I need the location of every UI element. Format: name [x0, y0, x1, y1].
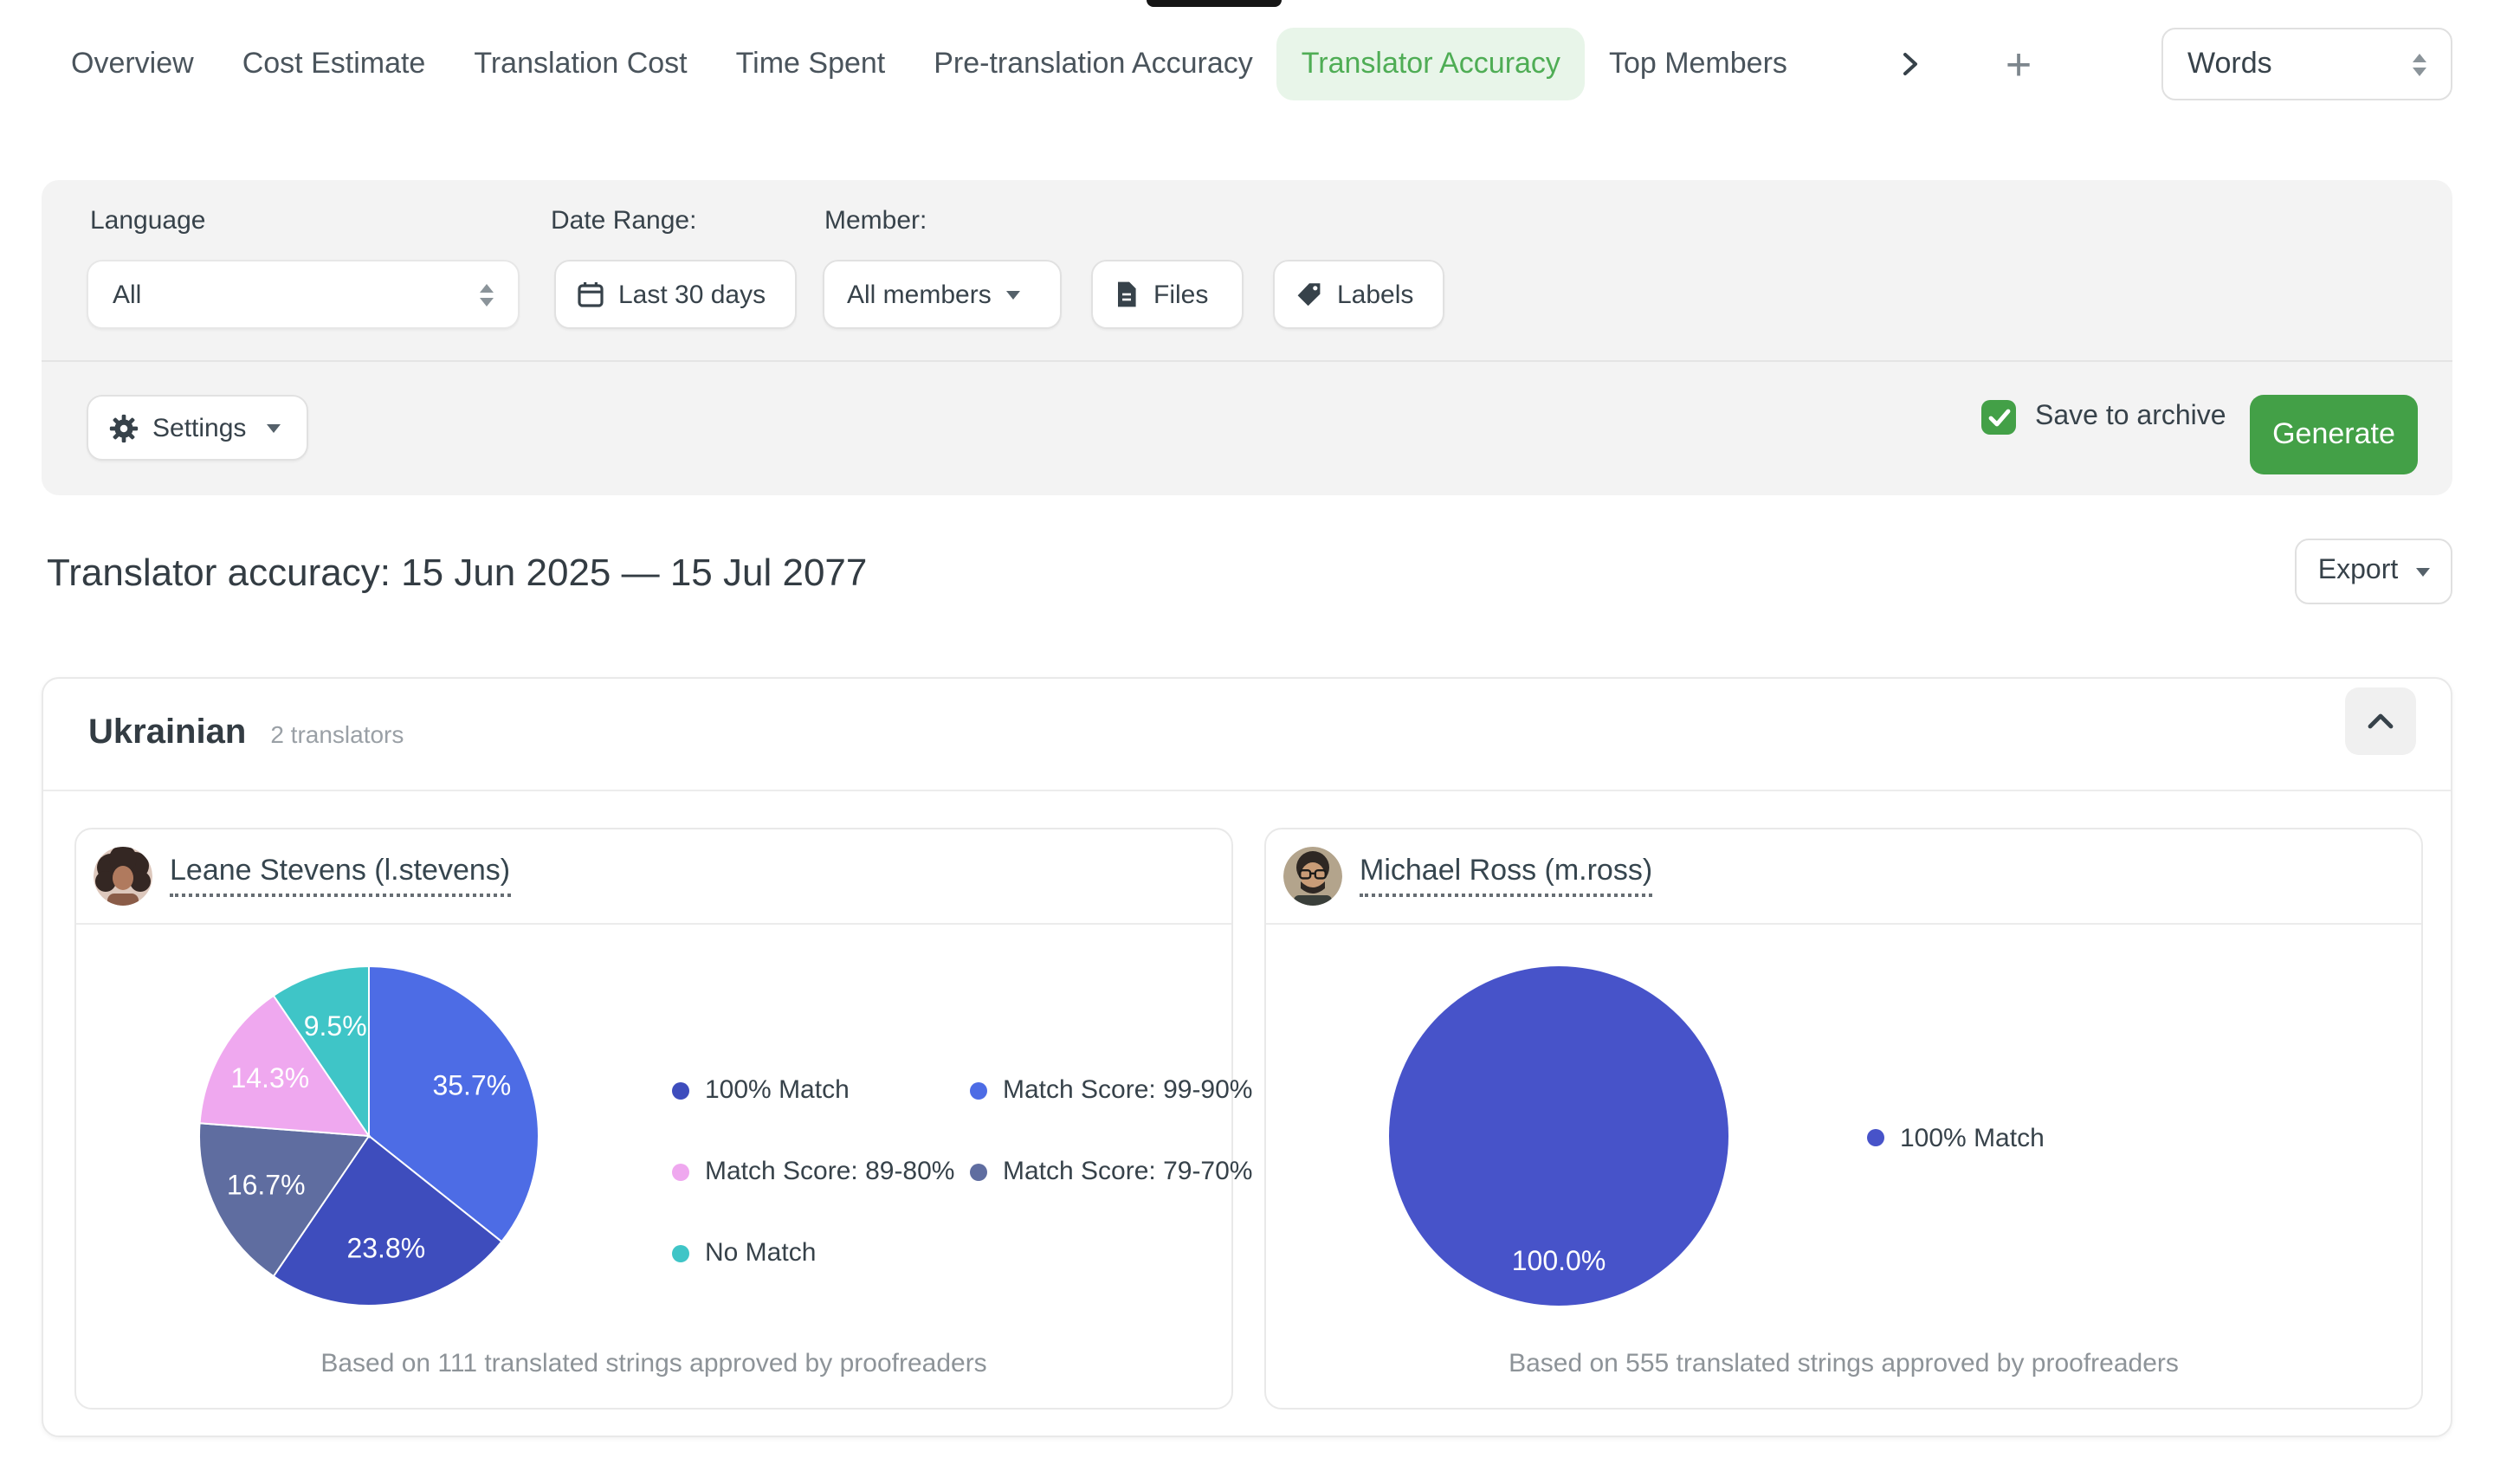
- generate-button[interactable]: Generate: [2250, 395, 2418, 474]
- checkbox-checked-icon[interactable]: [1981, 400, 2016, 435]
- pie-slice-label: 35.7%: [432, 1070, 511, 1101]
- tab-time-spent[interactable]: Time Spent: [712, 28, 910, 100]
- tab-cost-estimate[interactable]: Cost Estimate: [218, 28, 450, 100]
- legend-item[interactable]: No Match: [672, 1212, 970, 1294]
- unit-select-value: Words: [2187, 47, 2272, 81]
- language-select[interactable]: All: [87, 260, 520, 329]
- translator-name-row: Leane Stevens (l.stevens): [76, 829, 1231, 925]
- chevron-down-icon: [267, 423, 281, 432]
- tab-overview[interactable]: Overview: [47, 28, 218, 100]
- legend-label: Match Score: 99-90%: [1003, 1075, 1253, 1105]
- legend-dot-icon: [970, 1163, 987, 1180]
- chevron-down-icon: [2415, 567, 2429, 576]
- legend-item[interactable]: Match Score: 89-80%: [672, 1131, 970, 1212]
- accuracy-pie-chart[interactable]: 100.0%: [1377, 954, 1741, 1318]
- legend-item[interactable]: 100% Match: [1867, 1119, 2045, 1157]
- top-notch-bar: [1147, 0, 1282, 7]
- legend-label: Match Score: 79-70%: [1003, 1157, 1253, 1186]
- pie-slice-label: 23.8%: [346, 1232, 425, 1263]
- chart-note: Based on 111 translated strings approved…: [76, 1349, 1231, 1378]
- translator-name-link[interactable]: Leane Stevens (l.stevens): [170, 855, 510, 897]
- member-select[interactable]: All members: [823, 260, 1062, 329]
- tabs-scroll-right-chevron-icon[interactable]: [1891, 45, 1929, 83]
- avatar: [94, 847, 152, 906]
- legend-dot-icon: [970, 1081, 987, 1099]
- page-title: Translator accuracy: 15 Jun 2025 — 15 Ju…: [47, 551, 867, 596]
- translator-name-link[interactable]: Michael Ross (m.ross): [1360, 855, 1652, 897]
- gear-icon: [109, 413, 139, 442]
- file-icon: [1114, 281, 1140, 308]
- select-updown-icon: [2413, 53, 2426, 75]
- tab-translation-cost[interactable]: Translation Cost: [449, 28, 711, 100]
- legend-dot-icon: [672, 1163, 689, 1180]
- legend-label: No Match: [705, 1238, 816, 1268]
- legend-label: Match Score: 89-80%: [705, 1157, 955, 1186]
- legend-item[interactable]: 100% Match: [672, 1049, 970, 1131]
- translator-card: Michael Ross (m.ross) 100.0% 100% Match …: [1264, 828, 2423, 1410]
- unit-select[interactable]: Words: [2161, 28, 2452, 100]
- language-section-header: Ukrainian 2 translators: [43, 679, 2451, 791]
- language-section-ukrainian: Ukrainian 2 translators: [42, 677, 2452, 1437]
- language-select-value: All: [113, 280, 141, 309]
- collapse-section-button[interactable]: [2345, 687, 2416, 755]
- member-label: Member:: [824, 206, 927, 236]
- pie-slice-label: 16.7%: [227, 1169, 306, 1200]
- add-report-tab-button[interactable]: +: [2006, 47, 2032, 81]
- report-tabs: Overview Cost Estimate Translation Cost …: [47, 28, 2452, 100]
- pie-slice-label: 9.5%: [304, 1010, 367, 1042]
- legend-dot-icon: [1867, 1129, 1884, 1146]
- report-page: Overview Cost Estimate Translation Cost …: [0, 0, 2494, 1484]
- chart-note: Based on 555 translated strings approved…: [1266, 1349, 2421, 1378]
- tab-translator-accuracy[interactable]: Translator Accuracy: [1277, 28, 1585, 100]
- chevron-down-icon: [1007, 290, 1021, 299]
- filter-panel: Language Date Range: Member: All Last 30…: [42, 180, 2452, 495]
- date-range-label: Date Range:: [551, 206, 696, 236]
- legend-label: 100% Match: [1900, 1123, 2045, 1152]
- legend-label: 100% Match: [705, 1075, 850, 1105]
- export-button-label: Export: [2318, 556, 2399, 587]
- legend-dot-icon: [672, 1081, 689, 1099]
- legend-dot-icon: [672, 1244, 689, 1261]
- avatar: [1283, 847, 1342, 906]
- date-range-button[interactable]: Last 30 days: [554, 260, 797, 329]
- chevron-up-icon: [2370, 716, 2391, 726]
- save-to-archive-label: Save to archive: [2035, 402, 2226, 433]
- select-updown-icon: [480, 283, 494, 306]
- language-label: Language: [90, 206, 206, 236]
- export-button[interactable]: Export: [2295, 539, 2452, 604]
- files-filter-button[interactable]: Files: [1091, 260, 1244, 329]
- member-select-value: All members: [847, 280, 992, 309]
- labels-button-label: Labels: [1337, 280, 1413, 309]
- chart-legend: 100% Match: [1867, 1119, 2045, 1157]
- translator-name-row: Michael Ross (m.ross): [1266, 829, 2421, 925]
- tab-pre-translation-accuracy[interactable]: Pre-translation Accuracy: [909, 28, 1277, 100]
- language-name: Ukrainian: [88, 713, 246, 753]
- tab-top-members[interactable]: Top Members: [1585, 28, 1812, 100]
- labels-filter-button[interactable]: Labels: [1273, 260, 1444, 329]
- settings-button-label: Settings: [152, 413, 246, 442]
- translators-count: 2 translators: [270, 720, 404, 748]
- chart-legend: 100% Match Match Score: 99-90% Match Score…: [672, 1049, 1253, 1294]
- save-to-archive-toggle[interactable]: Save to archive: [1981, 400, 2226, 435]
- calendar-icon: [577, 281, 604, 308]
- accuracy-pie-chart[interactable]: 35.7% 23.8% 16.7% 14.3% 9.5%: [187, 954, 551, 1318]
- legend-item[interactable]: Match Score: 99-90%: [970, 1049, 1253, 1131]
- translator-card: Leane Stevens (l.stevens) 35.7% 23.8% 16.7…: [74, 828, 1233, 1410]
- files-button-label: Files: [1153, 280, 1208, 309]
- legend-item[interactable]: Match Score: 79-70%: [970, 1131, 1253, 1212]
- pie-slice-label: 100.0%: [1512, 1245, 1606, 1276]
- panel-divider: [42, 360, 2452, 362]
- settings-button[interactable]: Settings: [87, 395, 308, 461]
- date-range-value: Last 30 days: [618, 280, 766, 309]
- tag-icon: [1295, 281, 1323, 308]
- pie-slice-label: 14.3%: [230, 1062, 309, 1094]
